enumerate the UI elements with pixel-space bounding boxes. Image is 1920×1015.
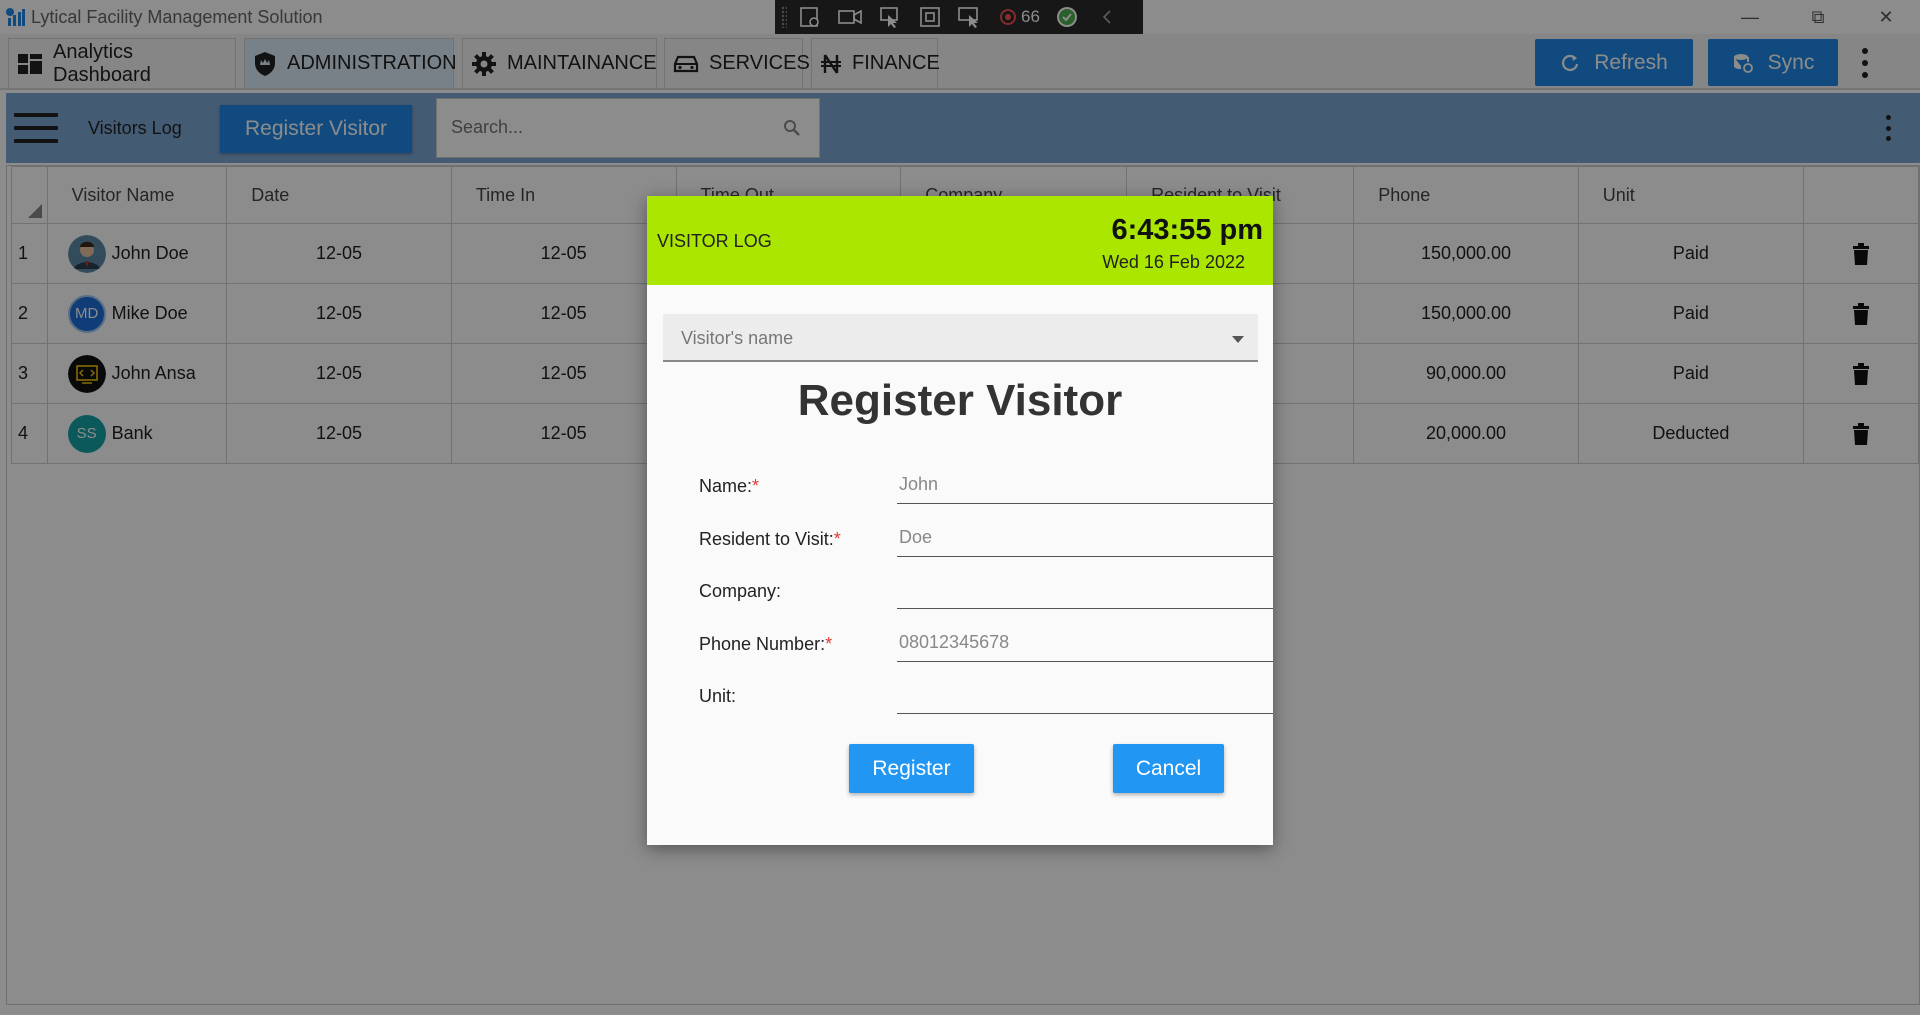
dialog-title: Register Visitor xyxy=(797,376,1123,425)
field-label-text: Unit: xyxy=(699,686,737,706)
required-marker: * xyxy=(833,529,841,549)
cancel-button[interactable]: Cancel xyxy=(1113,744,1224,793)
field-label: Unit: xyxy=(699,686,736,707)
field-value: John xyxy=(899,474,939,494)
company-field[interactable] xyxy=(897,569,1273,609)
required-marker: * xyxy=(752,476,760,496)
phone-number-field[interactable]: 08012345678 xyxy=(897,622,1273,662)
unit-field[interactable] xyxy=(897,674,1273,714)
dialog-header: VISITOR LOG 6:43:55 pm Wed 16 Feb 2022 xyxy=(647,196,1273,285)
visitor-name-select[interactable]: Visitor's name xyxy=(663,314,1258,362)
field-label-text: Resident to Visit: xyxy=(699,529,834,549)
field-label: Name:* xyxy=(699,476,759,497)
field-label-text: Company: xyxy=(699,581,782,601)
name-field-row: Name:* John xyxy=(699,464,1273,504)
field-label: Company: xyxy=(699,581,781,602)
field-label-text: Name: xyxy=(699,476,753,496)
register-button[interactable]: Register xyxy=(849,744,974,793)
name-field[interactable]: John xyxy=(897,464,1273,504)
chevron-down-icon xyxy=(1232,336,1244,343)
field-label-text: Phone Number: xyxy=(699,634,826,654)
field-label: Resident to Visit:* xyxy=(699,529,841,550)
select-placeholder: Visitor's name xyxy=(681,328,794,348)
field-value: 08012345678 xyxy=(899,632,1010,652)
unit-field-row: Unit: xyxy=(699,674,1273,714)
required-marker: * xyxy=(825,634,833,654)
clock-time: 6:43:55 pm xyxy=(1111,214,1263,246)
company-field-row: Company: xyxy=(699,569,1273,609)
register-visitor-dialog: VISITOR LOG 6:43:55 pm Wed 16 Feb 2022 V… xyxy=(647,196,1273,845)
phone-field-row: Phone Number:* 08012345678 xyxy=(699,622,1273,662)
field-label: Phone Number:* xyxy=(699,634,832,655)
clock-date: Wed 16 Feb 2022 xyxy=(1102,252,1245,272)
field-value: Doe xyxy=(899,527,933,547)
resident-to-visit-field[interactable]: Doe xyxy=(897,517,1273,557)
resident-field-row: Resident to Visit:* Doe xyxy=(699,517,1273,557)
dialog-header-label: VISITOR LOG xyxy=(657,231,772,251)
